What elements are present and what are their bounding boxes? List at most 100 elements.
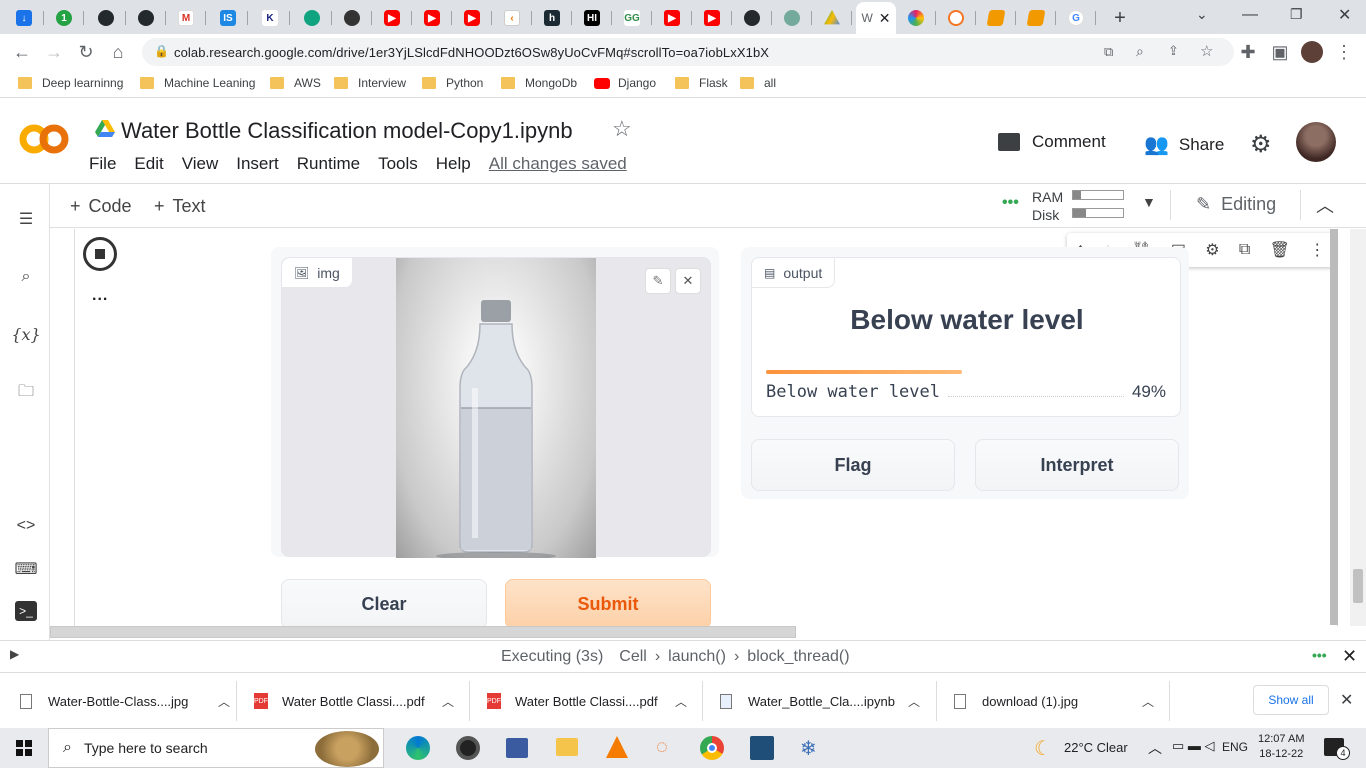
star-icon[interactable]: ☆ xyxy=(612,116,632,142)
settings-gear-icon[interactable]: ⚙ xyxy=(1250,130,1272,159)
tab-download[interactable]: ↓ xyxy=(4,4,44,32)
popup-blocked-icon[interactable]: ⧉ xyxy=(1104,44,1113,60)
more-options-icon[interactable]: ⋮ xyxy=(1309,240,1325,260)
crumb-cell[interactable]: Cell xyxy=(619,648,647,666)
status-dots-icon[interactable]: ••• xyxy=(1312,647,1327,663)
clear-button[interactable]: Clear xyxy=(281,579,487,629)
language-indicator[interactable]: ENG xyxy=(1222,740,1248,754)
code-snippets-icon[interactable]: <> xyxy=(13,513,39,539)
tab-active-colab[interactable]: W ✕ xyxy=(856,2,896,34)
tab-k[interactable]: K xyxy=(250,4,290,32)
tab-openai-2[interactable] xyxy=(332,4,372,32)
reload-icon[interactable]: ↻ xyxy=(74,40,98,64)
tab-openai-1[interactable] xyxy=(292,4,332,32)
menu-help[interactable]: Help xyxy=(436,154,471,174)
share-button[interactable]: 👥 Share xyxy=(1144,132,1224,157)
pc-icon[interactable] xyxy=(506,738,528,758)
tray-icons[interactable]: ▭ ▬ ◁ xyxy=(1172,738,1215,754)
vscode-icon[interactable] xyxy=(750,736,774,760)
file-explorer-icon[interactable] xyxy=(556,738,578,756)
command-palette-icon[interactable]: ⌨ xyxy=(13,556,39,582)
chevron-up-icon[interactable]: ︿ xyxy=(1142,693,1154,710)
snowflake-app-icon[interactable]: ❄ xyxy=(800,736,817,761)
page-scrollbar[interactable] xyxy=(1350,229,1366,626)
share-page-icon[interactable]: ⇪ xyxy=(1168,43,1179,59)
settings-gear-icon[interactable]: ⚙ xyxy=(1205,240,1219,260)
browser-menu-icon[interactable]: ⋮ xyxy=(1332,40,1356,64)
user-avatar[interactable] xyxy=(1296,122,1336,162)
notification-center-icon[interactable]: 4 xyxy=(1324,738,1350,760)
menu-view[interactable]: View xyxy=(182,154,219,174)
bookmark-interview[interactable]: Interview xyxy=(334,76,406,90)
comment-button[interactable]: Comment xyxy=(998,132,1106,152)
tab-gfg[interactable]: GG xyxy=(612,4,652,32)
weather-text[interactable]: 22°C Clear xyxy=(1064,740,1128,755)
scrollbar-thumb[interactable] xyxy=(1353,569,1363,603)
tab-ai[interactable]: ‹ xyxy=(492,4,532,32)
horizontal-scrollbar[interactable] xyxy=(50,626,796,638)
files-folder-icon[interactable]: 🗀 xyxy=(13,380,39,406)
restore-icon[interactable]: ❐ xyxy=(1290,6,1303,23)
chevron-up-icon[interactable]: ︿ xyxy=(218,693,230,710)
terminal-icon[interactable]: >_ xyxy=(15,601,37,621)
tray-chevron-icon[interactable]: ︿ xyxy=(1148,738,1162,758)
taskbar-search-box[interactable]: ⌕ Type here to search xyxy=(48,728,384,768)
stop-execution-button[interactable] xyxy=(83,237,117,271)
download-item-5[interactable]: download (1).jpg ︿ xyxy=(954,673,1154,729)
menu-edit[interactable]: Edit xyxy=(134,154,163,174)
google-drive-icon[interactable] xyxy=(95,120,115,138)
bookmark-star-icon[interactable]: ☆ xyxy=(1200,42,1213,60)
close-status-icon[interactable]: ✕ xyxy=(1342,646,1357,667)
menu-runtime[interactable]: Runtime xyxy=(297,154,360,174)
bookmark-deep-learning[interactable]: Deep learninng xyxy=(18,76,123,90)
download-item-1[interactable]: Water-Bottle-Class....jpg ︿ xyxy=(20,673,230,729)
bookmark-django[interactable]: Django xyxy=(594,76,656,90)
minimize-icon[interactable]: — xyxy=(1242,6,1258,24)
notebook-title[interactable]: Water Bottle Classification model-Copy1.… xyxy=(121,118,573,144)
tab-youtube-4[interactable]: ▶ xyxy=(652,4,692,32)
delete-icon[interactable]: 🗑 xyxy=(1270,240,1290,260)
tab-youtube-5[interactable]: ▶ xyxy=(692,4,732,32)
runtime-status-icon[interactable]: ••• xyxy=(1002,194,1019,212)
tab-youtube-3[interactable]: ▶ xyxy=(452,4,492,32)
profile-avatar[interactable] xyxy=(1301,41,1323,63)
resources-dropdown-icon[interactable]: ▼ xyxy=(1142,194,1156,210)
jupyter-icon[interactable]: ◌ xyxy=(656,736,668,759)
download-item-3[interactable]: PDF Water Bottle Classi....pdf ︿ xyxy=(487,673,687,729)
flag-button[interactable]: Flag xyxy=(751,439,955,491)
search-icon[interactable]: ⌕ xyxy=(13,264,39,290)
colab-logo[interactable] xyxy=(18,122,70,156)
remove-image-icon[interactable]: ✕ xyxy=(675,268,701,294)
submit-button[interactable]: Submit xyxy=(505,579,711,629)
clock[interactable]: 12:07 AM 18-12-22 xyxy=(1258,732,1304,762)
tab-google[interactable]: G xyxy=(1056,4,1096,32)
search-highlight-icon[interactable] xyxy=(315,731,379,767)
download-item-2[interactable]: PDF Water Bottle Classi....pdf ︿ xyxy=(254,673,454,729)
windows-start-icon[interactable] xyxy=(16,740,32,756)
tab-hi[interactable]: HI xyxy=(572,4,612,32)
edge-browser-icon[interactable] xyxy=(406,736,430,760)
tab-youtube-1[interactable]: ▶ xyxy=(372,4,412,32)
bookmark-mongodb[interactable]: MongoDb xyxy=(501,76,577,90)
interpret-button[interactable]: Interpret xyxy=(975,439,1179,491)
menu-file[interactable]: File xyxy=(89,154,116,174)
bookmark-aws[interactable]: AWS xyxy=(270,76,321,90)
add-code-button[interactable]: + Code xyxy=(70,196,132,217)
home-icon[interactable]: ⌂ xyxy=(106,40,130,64)
chevron-up-icon[interactable]: ︿ xyxy=(442,693,454,710)
chrome-icon[interactable] xyxy=(700,736,724,760)
tab-notes-1[interactable] xyxy=(976,4,1016,32)
close-downloads-icon[interactable]: ✕ xyxy=(1340,690,1353,710)
forward-icon[interactable]: → xyxy=(42,40,66,64)
vlc-icon[interactable] xyxy=(606,736,628,758)
tab-search-icon[interactable]: ⌄ xyxy=(1196,6,1208,23)
extensions-icon[interactable]: ✚ xyxy=(1236,40,1260,64)
add-text-button[interactable]: + Text xyxy=(154,196,206,217)
close-tab-icon[interactable]: ✕ xyxy=(879,10,891,27)
omnibox[interactable]: 🔒 colab.research.google.com/drive/1er3Yj… xyxy=(142,38,1234,66)
bookmark-all[interactable]: all xyxy=(740,76,776,90)
crumb-launch[interactable]: launch() xyxy=(668,648,726,666)
crumb-block-thread[interactable]: block_thread() xyxy=(747,648,849,666)
new-tab-button[interactable]: + xyxy=(1100,4,1140,32)
tab-gmail[interactable]: M xyxy=(166,4,206,32)
